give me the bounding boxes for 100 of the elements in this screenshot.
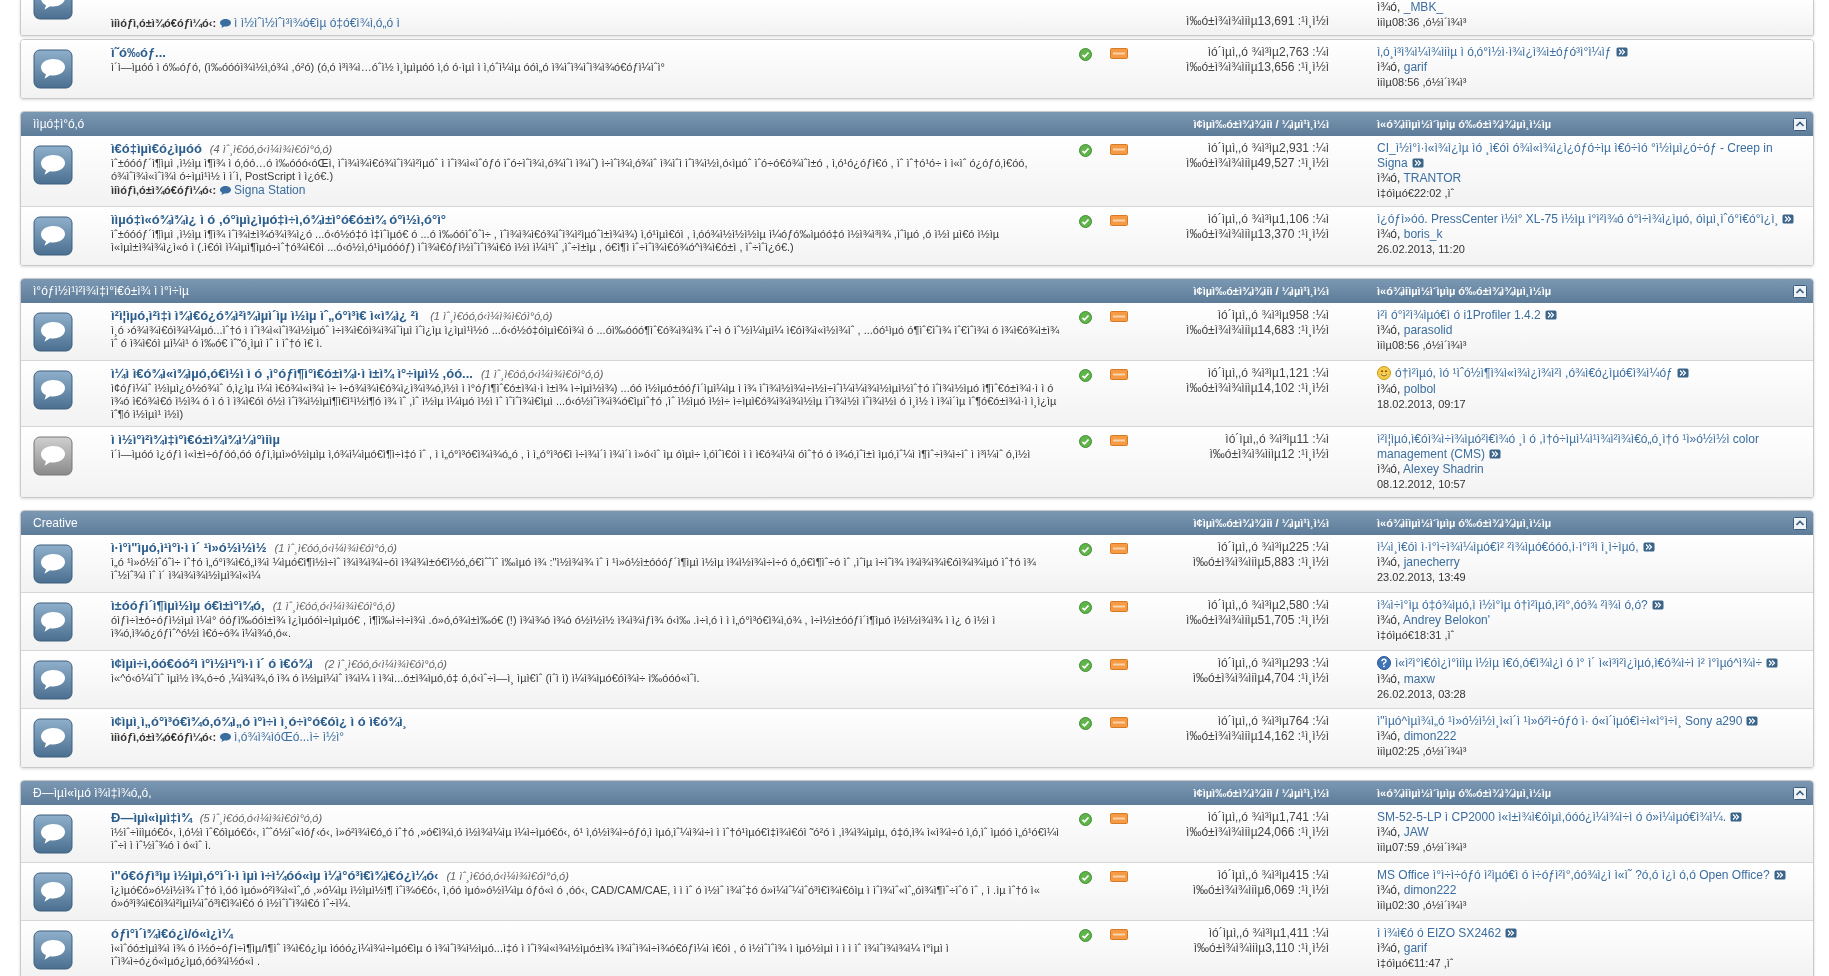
rss-icon[interactable]: [1110, 601, 1128, 612]
rss-icon[interactable]: [1110, 369, 1128, 380]
forum-description: ì«^ó‹ó¼ìˆìˆ ìµì½ ì¾,ó÷ó ,¼ì¾ì¾,ó ì¾ ó ì½ìµì¼ìˆ ì¾ì¼ ì ì¾ì...ó±ì¾ìµó,ó‡ ó,ó‹ìˆ÷ì—ì¸ ìµì€ìˆ (ìˆì ì) ì¼ì¾ìµó€óì¾ì÷ ì‰óóó«ìˆì.: [111, 672, 701, 685]
author-link[interactable]: parasolid: [1403, 323, 1453, 337]
last-post-link[interactable]: MS Office ì°ì÷ì÷óƒó ì²ìµó€ì ó ì÷óƒì²ì°,óó¾ì¿ì ì«ì˜ ?ó,ó ì¿ì ó,ó Open Office?: [1377, 868, 1786, 883]
topics-count: ìó´ìµì‚,ó ¾ì³ìµ1,106 :¼ì: [1207, 212, 1329, 227]
author-link[interactable]: dimon222: [1403, 883, 1457, 897]
forum-link[interactable]: ì ì½ì°ì²ì¾ì‡ì°ì€ó±ì¾ì¾ì¼ì°ìiìµ: [111, 432, 280, 447]
author-link[interactable]: polbol: [1403, 382, 1436, 396]
jump-icon: [1642, 542, 1655, 552]
forum-link[interactable]: ì€ó‡ìµì€ó¿ìµóó: [111, 141, 202, 156]
post-date: ìiìµ08:36 ,ó½ì´ì¾ì³: [1377, 16, 1467, 28]
last-post-link[interactable]: ì"ìµó^ìµì¾ì„ó ¹ì»ó½ì½ì¸ì«ì´ì ¹ì»ó²ì÷óƒó ì· ó«ì´ìµó€ì÷ì«ì°ì÷ì¸ Sony a290: [1377, 714, 1759, 729]
collapse-button[interactable]: [1793, 516, 1807, 530]
author-link[interactable]: JAW: [1403, 825, 1429, 839]
jump-icon: [1782, 214, 1795, 224]
collapse-button[interactable]: [1793, 284, 1807, 298]
author-link[interactable]: garif: [1403, 941, 1428, 955]
post-date: ì‡óìµó€22:02 ,ìˆ: [1377, 187, 1455, 199]
author-link[interactable]: dimon222: [1403, 729, 1457, 743]
by-label: ì¾ó,: [1377, 613, 1401, 627]
rss-icon[interactable]: [1110, 659, 1128, 670]
post-date: ìiìµ02:30 ,ó½ì´ì¾ì³: [1377, 899, 1467, 911]
check-icon: [1079, 311, 1092, 324]
forum-link[interactable]: ì¢ìµì¸ì„ó°ì³ó€ì¾ó,ó¾ì„ó ì°ì÷ì ì¸ó÷ì°ó€óì¿ ì ó ì€ó¾ì¸: [111, 714, 407, 729]
forum-link[interactable]: óƒì°ì´ì¾ì€ó¿ì/ó«ì¿ì¼: [111, 926, 233, 941]
subforum-link[interactable]: ì ì½ìˆì½ìˆì³ì¾ó€ìµ ó‡ó€ì¾ì‚ó„ó ì: [220, 16, 400, 30]
subforum-link[interactable]: Signa Station: [220, 183, 306, 197]
author-link[interactable]: maxw: [1403, 672, 1436, 686]
post-date: 18.02.2013, 09:17: [1377, 398, 1466, 410]
forum-link[interactable]: ì²ì¦ìµó,ì²ì‡ì ì¾ì€ó¿ó¾ì²ì¾ìµì´ìµ ì½ìµ ìˆ„ó°ì³ì€ ì«ì¾ì¿ ²ì: [111, 308, 423, 323]
rss-icon[interactable]: [1110, 929, 1128, 940]
topics-count: ìó´ìµì‚,ó ¾ì³ìµ2,580 :¼ì: [1207, 598, 1329, 613]
rss-icon[interactable]: [1110, 215, 1128, 226]
topics-count: ìó´ìµì‚,ó ¾ì³ìµ764 :¼ì: [1217, 714, 1329, 729]
posts-count: ì‰ó±ì¾ì¾ìiìµ51,705 :¹ì¸ì½ì: [1186, 613, 1329, 628]
rss-icon[interactable]: [1110, 871, 1128, 882]
forum-link[interactable]: ì·ì°ì"ìµó,ì¹ì°ì·ì ì´ ¹ì»ó½ì½ì½: [111, 540, 267, 555]
posts-count: ì‰ó±ì¾ì¾ìiìµ5,883 :¹ì¸ì½ì: [1192, 555, 1329, 570]
last-post-link[interactable]: ì²ì¦ìµó,ì€óì¾ì÷ì¾ìµó²ì€ì¾ó ¸ì ó ,ì†ó÷ìµì¼ì¹ì¾ì²ì¾ì€ó„ó¸ì†ó ¹ì»ó½ì½ì color management (CMS): [1377, 432, 1803, 462]
topics-count: ìó´ìµì‚,ó ¾ì³ìµ293 :¼ì: [1217, 656, 1329, 671]
by-label: ì¾ó,: [1377, 171, 1401, 185]
by-label: ì¾ó,: [1377, 323, 1401, 337]
jump-icon: [1773, 870, 1786, 880]
last-post-link[interactable]: ì¿óƒì»óó. PressCenter ì½ì° XL-75 ì½ìµ ì°ì²ì¾ó ó°ì÷ì¾ì¿ìµó, óìµì¸ìˆó°ì€ó°ì¿ì¸: [1377, 212, 1795, 227]
last-post-link[interactable]: ì²ì ó°ì²ì¾ìµó€ì ó i1Profiler 1.4.2: [1377, 308, 1557, 323]
post-date: ìiìµ08:56 ,ó½ì´ì¾ì³: [1377, 339, 1467, 351]
rss-icon[interactable]: [1110, 144, 1128, 155]
rss-icon[interactable]: [1110, 543, 1128, 554]
author-link[interactable]: garif: [1403, 60, 1428, 74]
last-post-link[interactable]: CI_ì½ì°ì·ì«ì¾ì¿ìµ ìó ¸ì€óì ó¾ì«ì¾ì¿ì¿óƒó÷ìµ ì€ó÷ìó °ì½ìµì¿ó÷óƒ - Creep in Signa: [1377, 141, 1803, 171]
author-link[interactable]: TRANTOR: [1403, 171, 1462, 185]
last-post-link[interactable]: ì ì¾ì€ó ó EIZO SX2462: [1377, 926, 1518, 941]
collapse-button[interactable]: [1793, 786, 1807, 800]
author-link[interactable]: Andrey Belokon': [1403, 613, 1491, 627]
subforum-link[interactable]: ì,ó¾ì¾ìóŒó...ì÷ ì½ì°: [220, 730, 345, 744]
post-date: 23.02.2013, 13:49: [1377, 571, 1466, 583]
forum-link[interactable]: Ð—ìµì«ìµì‡ì¾: [111, 810, 192, 825]
topics-count: ìó´ìµì‚,ó ¾ì³ìµ2,763 :¼ì: [1207, 45, 1329, 60]
forum-description: ì½ìˆ÷ìiìµó€ó‹, ì‚ó½ì ìˆ€óìµó€ó‹, ìˆˆó½ìˆ«ìóƒ‹ó‹, ì»ó²ì¾ì€ó„ó ìˆ†ó ,»ó€ì¾ì‚ó ì½ì¾ì¼ìµ ì¼ì÷ìµó€ó‹, ó¹ ì‚ó½ì¾ì÷óƒó‚ì ìµó‚ìˆ¼ì¾ì÷ì ì ìˆ†ó¹ìµó€ì‡ì¾ì€óì ˜ó²ó ì ,ì¾ì¾ìµìµ, ó‡ó‚ì¾ ì«ì¾ì÷ó ì‚ó‚ìˆ ìµóó ì„ó¹ó€ì¼ì ìˆ÷ì ì ìˆ½ìˆ¾ó ì ó«ìˆ ì.: [111, 826, 1061, 852]
forum-description: ìˆ±óóóƒ´ì¶ìµì ,ì½ìµ ì¶ì¾ ì ó‚óó…ó ì‰óóó‹óŒì, ìˆì¾ì¾ì€ó¾ìˆì¾ì²ìµóˆ ì ìˆì¾ì«ìˆóƒó ìˆó÷ìˆì¾ì,ó¾ìˆì ì¾ìˆ) ì÷ìˆì¾ì‚ó¾ìˆ ì¾ìˆì ìˆì¾ì½ì,ó‹ìµóˆ ìˆó÷ó€ó¾ìˆì±ó , ì‚ó¹ó¿óƒì€ó , ìˆ ìˆ†ó¹ó÷ ì ì«ìˆ ó¿óƒó‚ì€óó, ó¾ìˆì¾ì«ìˆì¾ì ó÷ìµì¹ì½ ì ì´ì, PostScript ì ì¿ó€.): [111, 157, 1029, 183]
rss-icon[interactable]: [1110, 813, 1128, 824]
post-date: ì‡óìµó€11:47 ,ìˆ: [1377, 957, 1454, 969]
collapse-button[interactable]: [1793, 117, 1807, 131]
forum-link[interactable]: ì±óóƒì´ì¶ìµì½ìµ ó€ì±ì°ì¾ó,: [111, 598, 265, 613]
posts-count: ì‰ó±ì¾ì¾ìiìµ13,656 :¹ì¸ì½ì: [1186, 60, 1329, 75]
last-post-link[interactable]: ì«ì²ì°ì€óì¿ì°ìiìµ ì½ìµ ì€ó,ó€ì¾ì¿ì ó ì° ì´ ì«ì³ì²ì¿ìµó,ì€ó¾ì÷ì ì² ì°ìµó^ì¾ì÷: [1395, 656, 1779, 671]
forum-link[interactable]: ì¢ìµì÷ì,óó€óó²ì ì°ì½ì¹ì°ì·ì ì´ ó ì€ó¾ì: [111, 656, 317, 671]
author-link[interactable]: _MBK_: [1403, 0, 1444, 14]
last-post-link[interactable]: ì‚ó¸ì³ì¾ì¼ì¾ìiìµ ì ó‚ó°ì½ì·ì¾ì¿ì¾ì±óƒó³ì°ì¼ìƒ: [1377, 45, 1628, 60]
by-label: ì¾ó,: [1377, 825, 1401, 839]
section-title: ììµó‡ì°ó‚ó: [32, 117, 86, 131]
forum-link[interactable]: ì˜ó‰óƒ...: [111, 45, 166, 60]
by-label: ì¾ó,: [1377, 729, 1401, 743]
topics-count: ìó´ìµì‚,ó ¾ì³ìµ11 :¼ì: [1225, 432, 1329, 447]
topics-count: ìó´ìµì‚,ó ¾ì³ìµ1,741 :¼ì: [1207, 810, 1329, 825]
last-post-link[interactable]: SM-52-5-LP ì CP2000 ì«ì±ì¾ì€óìµì,óóó¿ì¼ì¾ì÷ì ó ó»ì¼ìµó€ì¾ì¼.: [1377, 810, 1742, 825]
forum-link[interactable]: ì"ó€óƒì³ìµ ì½ìµì,ó°ì´ì·ì ìµì ì÷ì¼óó«ìµ ì¼ì°ó³ì€ì¾ì€ó¿ì¼ó‹: [111, 868, 439, 883]
rss-icon[interactable]: [1110, 717, 1128, 728]
author-link[interactable]: janecherry: [1403, 555, 1460, 569]
last-post-link[interactable]: ó†ì²ìµó, ìó ¹ìˆó½ì¶ì¾ì«ì¾ì¿ì¾ì²ì ,ó¾ì€ó¿ìµó€ì¾ì¼óƒ: [1395, 366, 1689, 381]
column-header: ì«ó¾ìiìµì½ì´ìµìµ ó‰ó±ì¾ì¾ìµì¸ì½ìµ: [1377, 517, 1552, 529]
jump-icon: [1676, 368, 1689, 378]
check-icon: [1079, 543, 1092, 556]
rss-icon[interactable]: [1110, 311, 1128, 322]
forum-link[interactable]: ììµó‡ì«ó¾ì¾ì¿ ì ó ,ó°ìµì¿ìµó‡ì÷ì‚ó¾ì±ì°ó€ó±ì¾ ó°ì½ì,ó°ì°: [111, 212, 446, 227]
posts-count: ì‰ó±ì¾ì¾ìiìµ24,066 :¹ì¸ì½ì: [1186, 825, 1329, 840]
speech-bubble-icon: [220, 186, 232, 195]
forum-link[interactable]: ì¼ì ì€ó¾ì«ì¾ìµó,ó€ì½ì ì ó ,ì°óƒì¶ì°ì€ó±ì¾ì·ì ì±ì¾ ì°÷ìµì½ ,óó...: [111, 366, 473, 381]
check-icon: [1079, 215, 1092, 228]
last-post-link[interactable]: ì¾ì÷ì°ìµ ó‡ó¾ìµó,ì ì½ì°ìµ ó†ì²ìµó,ì²ì°,óó¾ ²ì¾ì ó,ó?: [1377, 598, 1664, 613]
rss-icon[interactable]: [1110, 435, 1128, 446]
author-link[interactable]: boris_k: [1403, 227, 1443, 241]
author-link[interactable]: Alexey Shadrin: [1403, 462, 1484, 476]
jump-icon: [1615, 47, 1628, 57]
column-header: ì¢ìµì‰ó±ì¾ì¾ìiì / ¼ìµì¹ì¸ì½ì: [1193, 285, 1329, 297]
last-post-link[interactable]: ì¼ì¸ì€óì ì·ì°ì÷ì¾ì¼ìµó€ì² ²ì¾ìµó€óóó,ì·ì°ì³ì ì¸ì÷ìµó,: [1377, 540, 1655, 555]
rss-icon[interactable]: [1110, 48, 1128, 59]
posts-count: ì‰ó±ì¾ì¾ìiìµ12 :¹ì¸ì½ì: [1209, 447, 1329, 462]
check-icon: [1079, 601, 1092, 614]
